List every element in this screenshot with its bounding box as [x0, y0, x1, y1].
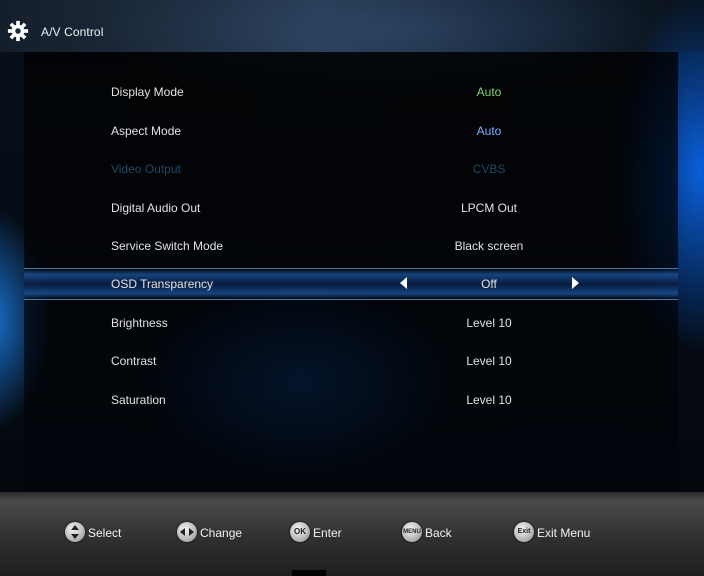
- menu-item-value: Level 10: [466, 316, 512, 330]
- footer-hint-bar: Select Change OK Enter MENU Back Exit Ex…: [0, 492, 704, 576]
- bottom-notch: [292, 570, 326, 576]
- menu-item-label: Digital Audio Out: [111, 201, 201, 215]
- left-right-icon: [177, 522, 197, 542]
- menu-item-label: Video Output: [111, 162, 181, 176]
- hint-enter-label: Enter: [313, 526, 342, 540]
- hint-change-label: Change: [200, 526, 243, 540]
- menu-item-label: Saturation: [111, 393, 166, 407]
- page-title: A/V Control: [41, 25, 104, 39]
- menu-item-aspect-mode[interactable]: Aspect Mode Auto: [24, 116, 678, 146]
- arrow-right-icon[interactable]: [572, 277, 579, 289]
- up-down-icon: [65, 522, 85, 542]
- menu-item-value: Level 10: [466, 354, 512, 368]
- menu-item-service-switch-mode[interactable]: Service Switch Mode Black screen: [24, 231, 678, 261]
- av-control-screen: A/V Control Display Mode Auto Aspect Mod…: [0, 0, 704, 576]
- menu-item-value: Black screen: [454, 239, 524, 253]
- menu-item-value: Auto: [476, 124, 502, 138]
- exit-button-icon: Exit: [514, 522, 534, 542]
- arrow-left-icon[interactable]: [400, 277, 407, 289]
- gear-icon: [7, 20, 29, 42]
- menu-item-label: Brightness: [111, 316, 168, 330]
- hint-back-label: Back: [425, 526, 452, 540]
- menu-item-digital-audio-out[interactable]: Digital Audio Out LPCM Out: [24, 193, 678, 223]
- menu-item-osd-transparency[interactable]: OSD Transparency Off: [24, 268, 678, 300]
- menu-item-video-output: Video Output CVBS: [24, 154, 678, 184]
- hint-exit-label: Exit Menu: [537, 526, 591, 540]
- menu-item-saturation[interactable]: Saturation Level 10: [24, 385, 678, 415]
- menu-item-value: LPCM Out: [460, 201, 517, 215]
- menu-item-label: OSD Transparency: [111, 277, 214, 291]
- menu-item-value: Auto: [476, 85, 502, 99]
- header-bar: A/V Control: [0, 0, 704, 52]
- menu-item-label: Display Mode: [111, 85, 184, 99]
- menu-item-contrast[interactable]: Contrast Level 10: [24, 346, 678, 376]
- hint-select-label: Select: [88, 526, 122, 540]
- menu-item-value: Off: [481, 277, 497, 291]
- menu-item-value: CVBS: [472, 162, 506, 176]
- menu-item-display-mode[interactable]: Display Mode Auto: [24, 77, 678, 107]
- menu-button-icon: MENU: [402, 522, 422, 542]
- menu-item-value: Level 10: [466, 393, 512, 407]
- menu-item-brightness[interactable]: Brightness Level 10: [24, 308, 678, 338]
- menu-item-label: Contrast: [111, 354, 157, 368]
- menu-item-label: Service Switch Mode: [111, 239, 224, 253]
- ok-button-icon: OK: [290, 522, 310, 542]
- menu-item-label: Aspect Mode: [111, 124, 182, 138]
